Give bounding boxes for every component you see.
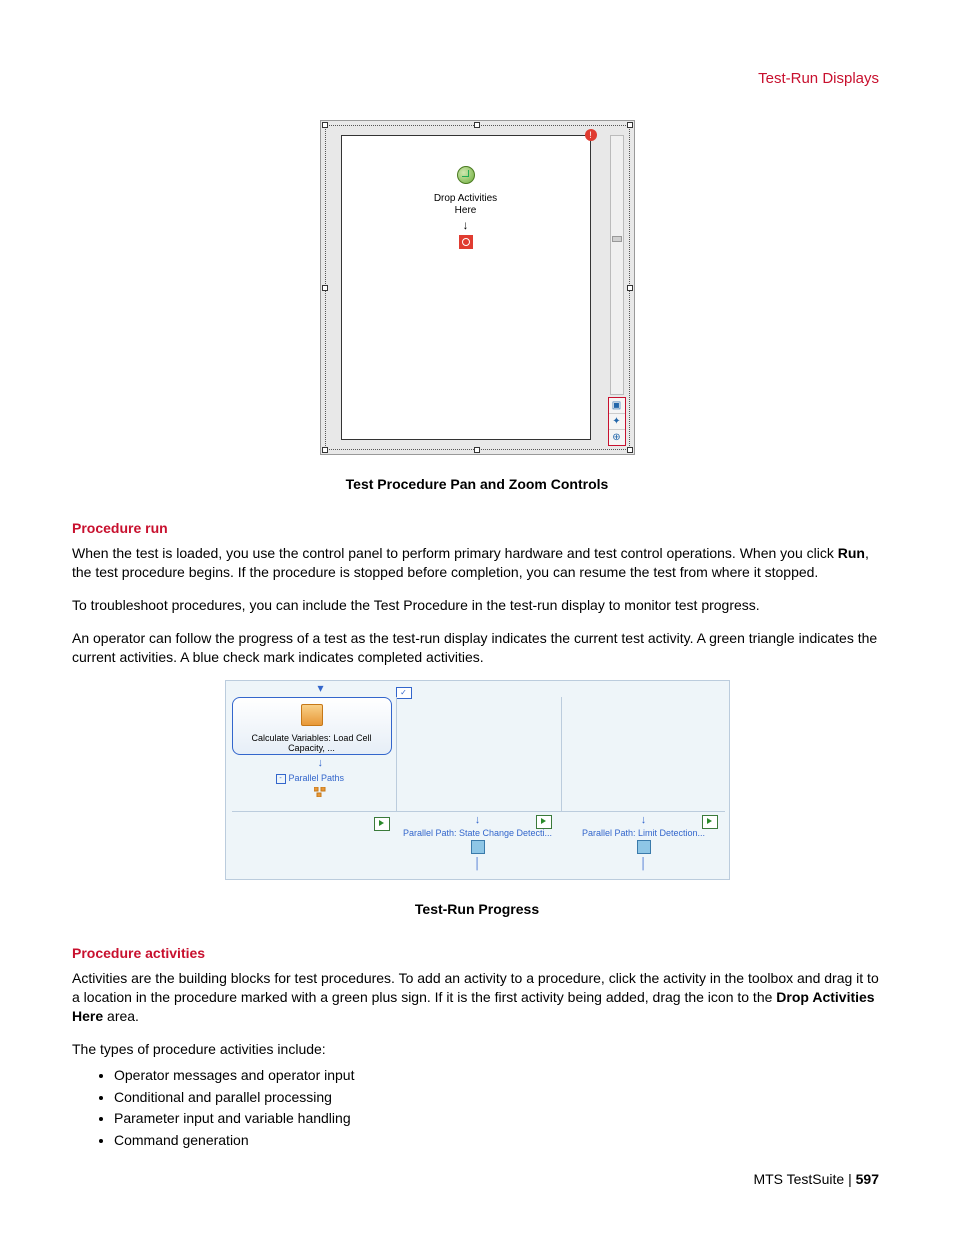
limit-detection-icon [637,840,651,854]
resize-handle[interactable] [322,447,328,453]
fit-page-button[interactable]: ▣ [609,398,625,414]
calculator-icon [301,704,323,726]
procedure-canvas[interactable]: ! Drop Activities Here ↓ [341,135,591,440]
parallel-path-state-change-label: Parallel Path: State Change Detecti... [398,828,558,838]
page-footer: MTS TestSuite | 597 [753,1171,879,1187]
figure-pan-zoom: ! Drop Activities Here ↓ ▣ ✦ ⊕ [72,120,882,458]
activity-types-list: Operator messages and operator input Con… [72,1065,882,1152]
divider [561,697,562,811]
resize-handle[interactable] [322,122,328,128]
divider [396,697,397,811]
procedure-activities-p2: The types of procedure activities includ… [72,1040,882,1059]
procedure-canvas-selection: ! Drop Activities Here ↓ ▣ ✦ ⊕ [320,120,635,455]
text: area. [103,1008,139,1024]
zoom-tool-button[interactable]: ✦ [609,414,625,430]
footer-page-number: 597 [856,1171,879,1187]
procedure-run-p1: When the test is loaded, you use the con… [72,544,882,582]
heading-procedure-run: Procedure run [72,520,882,536]
arrow-down-icon: ↓ [342,219,590,231]
collapse-box-icon[interactable]: - [276,774,286,784]
parallel-path-limit-detection-label: Parallel Path: Limit Detection... [564,828,724,838]
list-item: Command generation [114,1130,882,1152]
header-section-title: Test-Run Displays [758,70,879,87]
procedure-activities-p1: Activities are the building blocks for t… [72,969,882,1026]
parallel-path-state-change-col: ↓ Parallel Path: State Change Detecti...… [398,815,558,870]
arrow-down-icon: ↓ [564,815,724,826]
procedure-run-p2: To troubleshoot procedures, you can incl… [72,596,882,615]
arrow-down-icon: ↓ [398,815,558,826]
vertical-scrollbar[interactable] [610,135,624,395]
procedure-run-p3: An operator can follow the progress of a… [72,629,882,667]
list-item: Parameter input and variable handling [114,1108,882,1130]
current-activity-play-icon [702,815,718,832]
line-down-icon: │ [564,859,724,870]
figure1-caption: Test Procedure Pan and Zoom Controls [72,476,882,492]
calculate-variables-node[interactable]: Calculate Variables: Load Cell Capacity,… [232,697,392,755]
calculate-variables-label: Calculate Variables: Load Cell Capacity,… [233,733,391,753]
list-item: Operator messages and operator input [114,1065,882,1087]
parallel-path-limit-detection-col: ↓ Parallel Path: Limit Detection... │ [564,815,724,870]
start-node-icon[interactable] [457,166,475,184]
zoom-controls-highlight: ▣ ✦ ⊕ [608,397,626,446]
scrollbar-thumb[interactable] [612,236,622,242]
parallel-paths-label: Parallel Paths [289,773,345,783]
resize-handle[interactable] [474,447,480,453]
zoom-in-button[interactable]: ⊕ [609,430,625,445]
text: When the test is loaded, you use the con… [72,545,838,561]
state-change-icon [471,840,485,854]
resize-handle[interactable] [627,447,633,453]
arrow-down-icon: ▾ [318,681,324,695]
parallel-paths-icon [314,787,326,797]
divider [232,811,725,812]
completed-checkmark-icon: ✓ [396,687,412,699]
drop-label-line2: Here [455,205,477,216]
resize-handle[interactable] [627,285,633,291]
warning-icon: ! [585,129,597,141]
parallel-paths-node[interactable]: -Parallel Paths [276,773,345,784]
arrow-down-icon: ↓ [318,757,324,769]
figure-test-run-progress: ▾ ✓ Calculate Variables: Load Cell Capac… [72,680,882,883]
list-item: Conditional and parallel processing [114,1087,882,1109]
footer-sep: | [844,1171,855,1187]
current-activity-play-icon [536,815,552,832]
text-bold-run: Run [838,545,865,561]
figure2-caption: Test-Run Progress [72,901,882,917]
resize-handle[interactable] [322,285,328,291]
heading-procedure-activities: Procedure activities [72,945,882,961]
resize-handle[interactable] [474,122,480,128]
stop-node-icon[interactable] [459,235,473,249]
current-activity-play-icon [374,817,390,834]
drop-activities-label: Drop Activities Here [342,193,590,217]
text: Activities are the building blocks for t… [72,970,879,1005]
footer-product: MTS TestSuite [753,1171,844,1187]
drop-label-line1: Drop Activities [434,193,497,204]
resize-handle[interactable] [627,122,633,128]
line-down-icon: │ [398,859,558,870]
test-run-progress-diagram: ▾ ✓ Calculate Variables: Load Cell Capac… [225,680,730,880]
